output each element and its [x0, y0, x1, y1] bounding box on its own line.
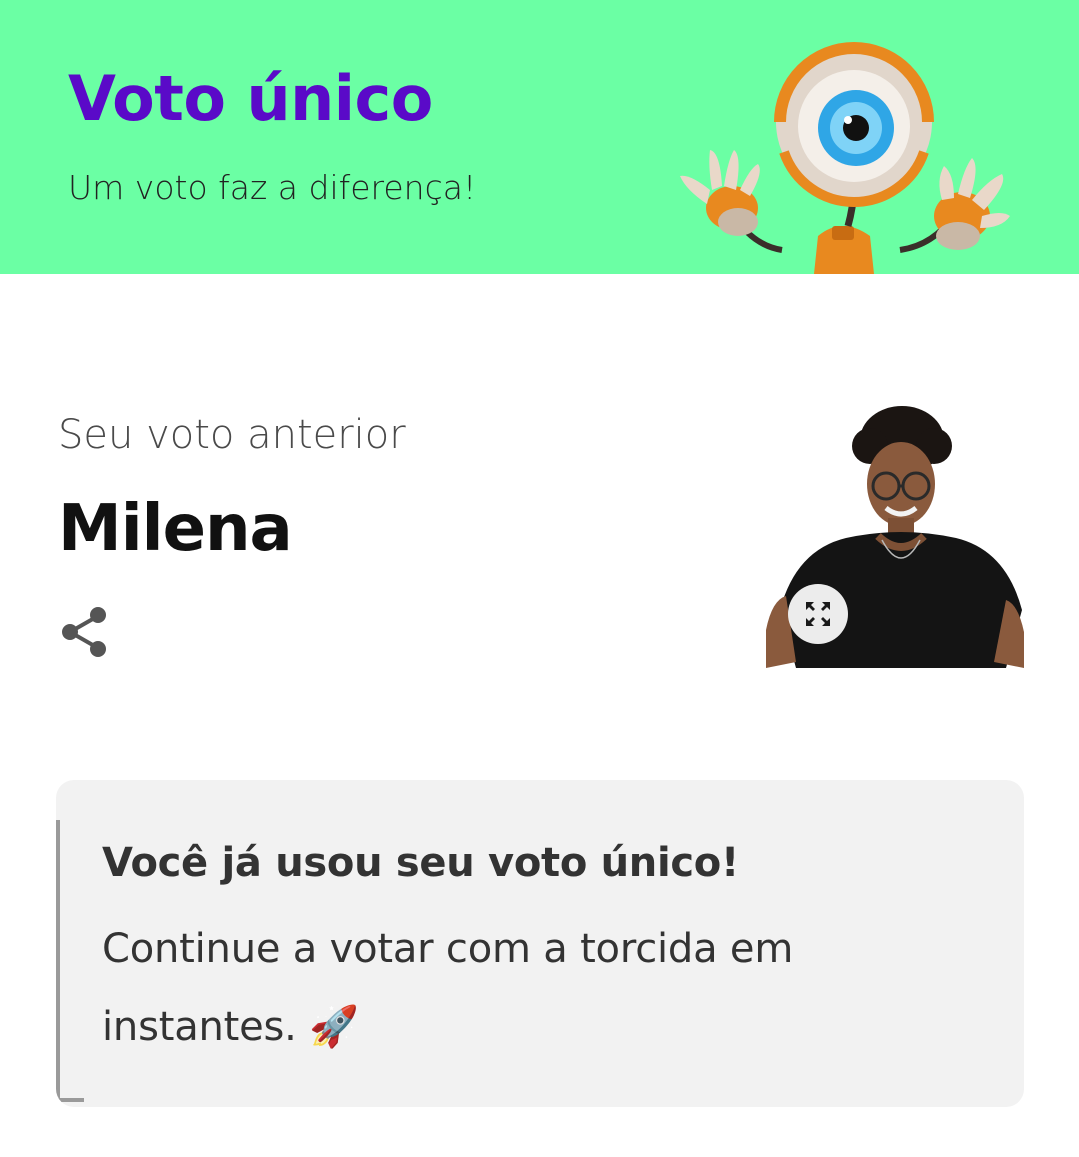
notice-accent-bar — [56, 820, 60, 1107]
banner-title: Voto único — [68, 62, 433, 135]
notice-text: Continue a votar com a torcida em instan… — [102, 926, 794, 1050]
vote-used-notice: Você já usou seu voto único! Continue a … — [56, 780, 1024, 1107]
candidate-name: Milena — [58, 492, 293, 566]
notice-title: Você já usou seu voto único! — [102, 840, 739, 886]
share-icon — [62, 607, 106, 657]
big-brother-eye-mascot-icon — [680, 42, 1010, 274]
previous-vote-label: Seu voto anterior — [58, 412, 406, 458]
expand-photo-button[interactable] — [788, 584, 848, 644]
notice-accent-corner — [56, 1098, 84, 1102]
share-button[interactable] — [58, 604, 112, 660]
banner-subtitle: Um voto faz a diferença! — [68, 168, 477, 207]
expand-icon — [806, 602, 830, 626]
vote-banner: Voto único Um voto faz a diferença! — [0, 0, 1079, 274]
